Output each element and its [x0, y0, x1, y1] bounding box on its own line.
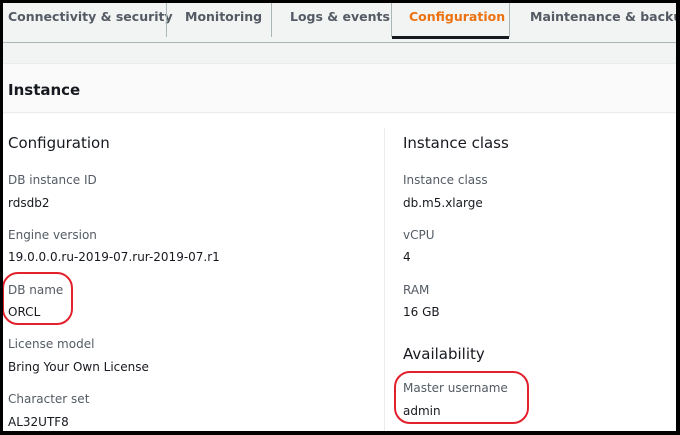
field-label: vCPU: [403, 228, 435, 242]
panel-title: Instance: [3, 64, 676, 113]
ram-value: 16 GB: [403, 305, 440, 319]
tab-maintenance-backups[interactable]: Maintenance & backups: [509, 3, 676, 37]
field-label: Instance class: [403, 173, 488, 187]
tab-connectivity-security[interactable]: Connectivity & security: [8, 3, 173, 43]
field-label: Engine version: [8, 228, 97, 242]
tab-logs-events[interactable]: Logs & events: [271, 3, 390, 37]
field-label: License model: [8, 337, 95, 351]
field-label: Character set: [8, 392, 90, 406]
rds-instance-configuration: Connectivity & security Monitoring Logs …: [3, 3, 676, 431]
availability-heading: Availability: [403, 345, 485, 363]
configuration-heading: Configuration: [8, 134, 110, 152]
instance-class-value: db.m5.xlarge: [403, 196, 483, 210]
license-model-value: Bring Your Own License: [8, 360, 149, 374]
db-instance-id-value: rdsdb2: [8, 196, 50, 210]
column-divider: [384, 128, 385, 431]
character-set-value: AL32UTF8: [8, 415, 69, 429]
instance-panel: Instance Configuration DB instance ID rd…: [3, 63, 676, 431]
vcpu-value: 4: [403, 250, 411, 264]
tab-bar: Connectivity & security Monitoring Logs …: [3, 3, 676, 43]
field-label: RAM: [403, 283, 430, 297]
tab-configuration[interactable]: Configuration: [391, 3, 509, 39]
tab-monitoring[interactable]: Monitoring: [166, 3, 262, 37]
instance-class-heading: Instance class: [403, 134, 509, 152]
highlight-master-username: [394, 371, 529, 424]
highlight-db-name: [3, 272, 73, 325]
field-label: DB instance ID: [8, 173, 97, 187]
engine-version-value: 19.0.0.0.ru-2019-07.rur-2019-07.r1: [8, 250, 220, 264]
